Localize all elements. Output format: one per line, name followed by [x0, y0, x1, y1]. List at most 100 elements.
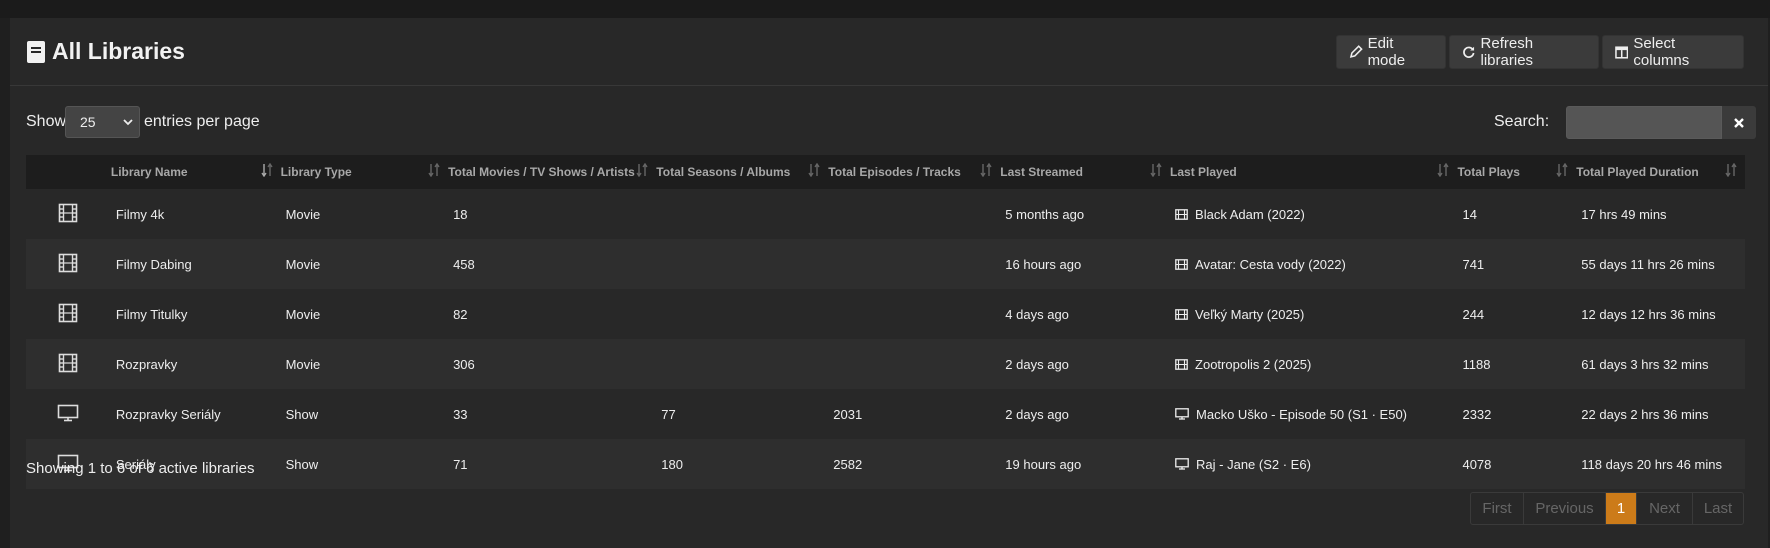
library-name-cell[interactable]: Rozpravky Seriály: [110, 389, 281, 439]
column-header-library-name[interactable]: Library Name: [110, 155, 281, 189]
total-items-cell: 82: [448, 289, 657, 339]
search-input[interactable]: [1566, 106, 1722, 139]
last-streamed-cell: 19 hours ago: [1000, 439, 1171, 489]
column-header-label: Total Episodes / Tracks: [828, 165, 961, 179]
last-streamed-cell: 4 days ago: [1000, 289, 1171, 339]
table-row[interactable]: Rozpravky Movie 306 2 days ago Zootropolis 2…: [26, 339, 1745, 389]
top-strip: [0, 0, 1770, 18]
column-header-last-played[interactable]: Last Played: [1170, 155, 1458, 189]
refresh-icon: [1463, 46, 1475, 58]
sort-icon: [1725, 163, 1737, 177]
library-name-cell[interactable]: Rozpravky: [110, 339, 281, 389]
sort-icon: [980, 163, 992, 177]
last-played-title[interactable]: Veľký Marty (2025): [1195, 307, 1304, 322]
sort-icon: [1556, 163, 1568, 177]
table-info: Showing 1 to 6 of 6 active libraries: [26, 460, 255, 477]
edit-mode-button[interactable]: Edit mode: [1336, 35, 1446, 69]
total-episodes-cell: [828, 239, 1001, 289]
refresh-libraries-button[interactable]: Refresh libraries: [1449, 35, 1599, 69]
table-row[interactable]: Filmy Titulky Movie 82 4 days ago Veľký Mart…: [26, 289, 1745, 339]
film-icon: [1175, 308, 1192, 320]
last-played-cell[interactable]: Macko Uško - Episode 50 (S1 · E50): [1170, 389, 1458, 439]
total-seasons-cell: 77: [656, 389, 829, 439]
total-plays-cell: 14: [1457, 189, 1577, 239]
last-played-cell[interactable]: Black Adam (2022): [1170, 189, 1458, 239]
total-duration-cell: 61 days 3 hrs 32 mins: [1576, 339, 1745, 389]
column-header-last-streamed[interactable]: Last Streamed: [1000, 155, 1171, 189]
last-streamed-cell: 5 months ago: [1000, 189, 1171, 239]
film-icon: [1175, 358, 1192, 370]
column-header-total-duration[interactable]: Total Played Duration: [1576, 155, 1745, 189]
sort-icon: [808, 163, 820, 177]
library-icon-cell: [26, 289, 111, 339]
column-header-total-episodes[interactable]: Total Episodes / Tracks: [828, 155, 1001, 189]
total-plays-cell: 741: [1457, 239, 1577, 289]
last-played-cell[interactable]: Raj - Jane (S2 · E6): [1170, 439, 1458, 489]
pager-first[interactable]: First: [1471, 493, 1524, 524]
column-header-label: Library Name: [110, 165, 188, 179]
total-duration-cell: 17 hrs 49 mins: [1576, 189, 1745, 239]
entries-select-value: 25: [80, 114, 96, 130]
column-header-icon: [26, 155, 111, 189]
last-streamed-cell: 2 days ago: [1000, 389, 1171, 439]
column-header-library-type[interactable]: Library Type: [280, 155, 449, 189]
last-played-title[interactable]: Macko Uško - Episode 50 (S1 · E50): [1196, 407, 1407, 422]
column-header-label: Library Type: [280, 165, 352, 179]
pager-page-1[interactable]: 1: [1606, 493, 1637, 524]
total-plays-cell: 1188: [1457, 339, 1577, 389]
close-icon: [1734, 117, 1744, 128]
column-header-label: Total Seasons / Albums: [656, 165, 791, 179]
library-icon-cell: [26, 339, 111, 389]
total-plays-cell: 244: [1457, 289, 1577, 339]
total-items-cell: 306: [448, 339, 657, 389]
sort-icon: [1150, 163, 1162, 177]
last-played-title[interactable]: Raj - Jane (S2 · E6): [1196, 457, 1311, 472]
total-episodes-cell: 2031: [828, 389, 1001, 439]
pager-next[interactable]: Next: [1637, 493, 1693, 524]
page-title-text: All Libraries: [52, 38, 185, 64]
pencil-icon: [1349, 45, 1363, 58]
total-items-cell: 33: [448, 389, 657, 439]
entries-per-page-select[interactable]: 25: [65, 106, 140, 138]
table-row[interactable]: Seriály Show 71 180 2582 19 hours ago Raj - Ja…: [26, 439, 1745, 489]
column-header-total-plays[interactable]: Total Plays: [1457, 155, 1577, 189]
table-header-row: Library Name Library Type Total Movies /…: [26, 155, 1745, 189]
library-name-cell[interactable]: Filmy Dabing: [110, 239, 281, 289]
film-icon: [58, 353, 78, 376]
last-played-cell[interactable]: Zootropolis 2 (2025): [1170, 339, 1458, 389]
clear-search-button[interactable]: [1722, 106, 1756, 139]
total-episodes-cell: 2582: [828, 439, 1001, 489]
pager-last[interactable]: Last: [1693, 493, 1743, 524]
column-header-total-seasons[interactable]: Total Seasons / Albums: [656, 155, 829, 189]
last-played-title[interactable]: Zootropolis 2 (2025): [1195, 357, 1311, 372]
library-name-cell[interactable]: Filmy 4k: [110, 189, 281, 239]
last-played-title[interactable]: Black Adam (2022): [1195, 207, 1305, 222]
table-body: Filmy 4k Movie 18 5 months ago Black Adam (2…: [26, 189, 1745, 489]
library-name-cell[interactable]: Filmy Titulky: [110, 289, 281, 339]
pager-previous[interactable]: Previous: [1524, 493, 1606, 524]
library-icon-cell: [26, 239, 111, 289]
table-row[interactable]: Filmy Dabing Movie 458 16 hours ago Avatar: …: [26, 239, 1745, 289]
sort-icon: [428, 163, 440, 177]
column-header-label: Last Streamed: [1000, 165, 1083, 179]
last-played-title[interactable]: Avatar: Cesta vody (2022): [1195, 257, 1346, 272]
last-played-cell[interactable]: Avatar: Cesta vody (2022): [1170, 239, 1458, 289]
film-icon: [1175, 258, 1192, 270]
total-duration-cell: 22 days 2 hrs 36 mins: [1576, 389, 1745, 439]
table-row[interactable]: Filmy 4k Movie 18 5 months ago Black Adam (2…: [26, 189, 1745, 239]
libraries-panel: All Libraries Edit mode Refresh librarie…: [10, 18, 1768, 548]
total-items-cell: 18: [448, 189, 657, 239]
table-row[interactable]: Rozpravky Seriály Show 33 77 2031 2 days ago M…: [26, 389, 1745, 439]
last-played-cell[interactable]: Veľký Marty (2025): [1170, 289, 1458, 339]
sort-icon: [1437, 163, 1450, 177]
library-type-cell: Movie: [280, 339, 449, 389]
total-episodes-cell: [828, 189, 1001, 239]
per-page-label: entries per page: [144, 113, 260, 130]
select-columns-button[interactable]: Select columns: [1602, 35, 1744, 69]
library-type-cell: Movie: [280, 239, 449, 289]
page-title: All Libraries: [26, 38, 185, 65]
column-header-total-items[interactable]: Total Movies / TV Shows / Artists: [448, 155, 657, 189]
library-type-cell: Movie: [280, 289, 449, 339]
library-type-cell: Show: [280, 439, 449, 489]
monitor-icon: [1175, 458, 1193, 470]
